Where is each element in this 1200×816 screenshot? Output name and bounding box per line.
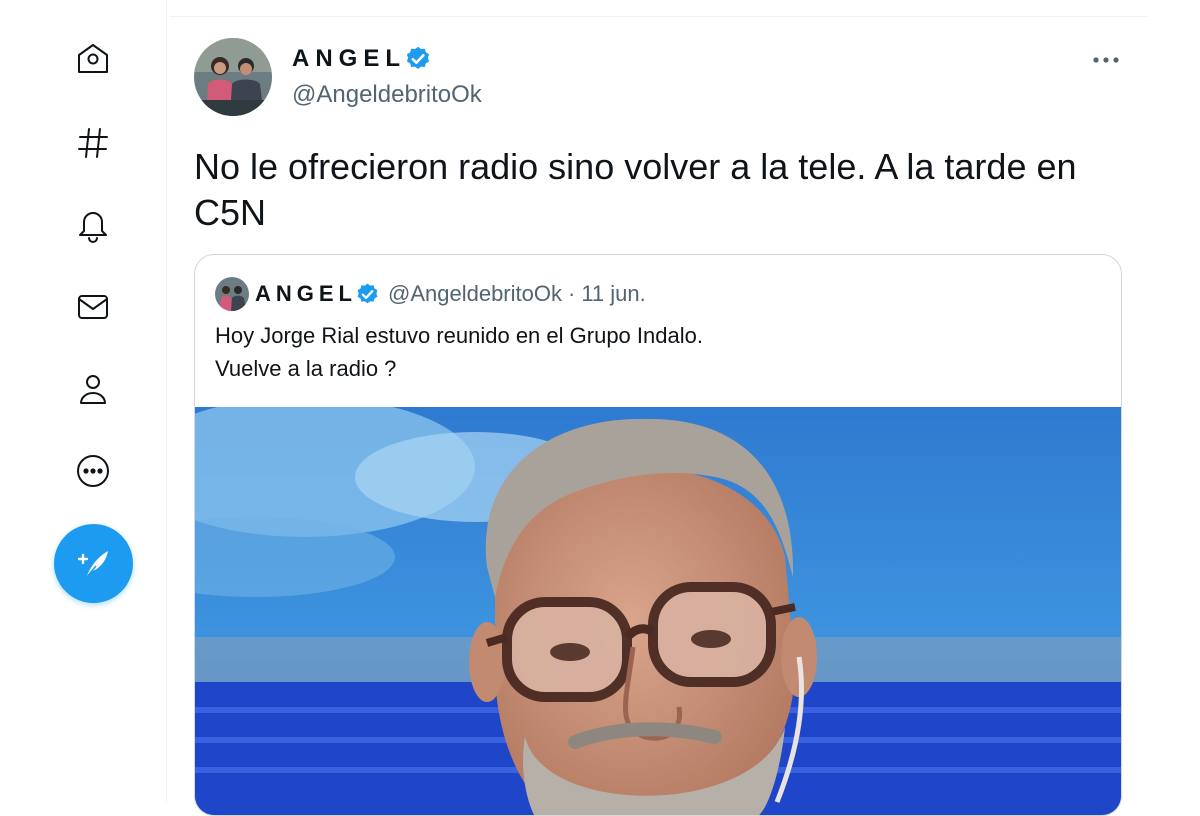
tweet-text-line: C5N — [194, 192, 267, 233]
more-circle-icon — [77, 455, 109, 487]
quoted-tweet-header: ANGEL @AngeldebritoOk · 11 jun. — [215, 277, 646, 311]
quoted-tweet-photo[interactable] — [195, 407, 1121, 815]
header-separator: · — [567, 281, 576, 306]
verified-badge-icon — [406, 46, 430, 69]
envelope-icon — [78, 295, 108, 319]
quoted-avatar — [215, 277, 249, 311]
quoted-text-line: Hoy Jorge Rial estuvo reunido en el Grup… — [215, 323, 703, 348]
nav-home[interactable] — [66, 32, 120, 86]
hashtag-icon — [78, 128, 108, 158]
tweet-text-line: No le ofrecieron radio sino volver a la … — [194, 146, 1077, 187]
quoted-tweet-card[interactable]: ANGEL @AngeldebritoOk · 11 jun. Hoy Jorg… — [194, 254, 1122, 816]
quoted-handle: @AngeldebritoOk — [388, 281, 562, 306]
left-nav — [0, 0, 166, 802]
nav-more[interactable] — [66, 444, 120, 498]
ellipsis-icon — [1093, 57, 1119, 63]
timeline-top-border — [170, 16, 1148, 17]
quoted-tweet-text: Hoy Jorge Rial estuvo reunido en el Grup… — [215, 319, 1095, 385]
nav-explore[interactable] — [66, 116, 120, 170]
quoted-text-line: Vuelve a la radio ? — [215, 356, 397, 381]
author-name-row: ANGEL — [292, 45, 432, 73]
tweet-text: No le ofrecieron radio sino volver a la … — [194, 144, 1144, 236]
nav-divider — [166, 0, 167, 802]
author-display-name[interactable]: ANGEL — [292, 45, 406, 73]
compose-tweet-button[interactable] — [54, 524, 133, 603]
author-handle[interactable]: @AngeldebritoOk — [292, 81, 482, 109]
user-icon — [80, 375, 106, 404]
home-icon — [78, 44, 108, 73]
nav-notifications[interactable] — [66, 197, 120, 251]
compose-tweet-icon — [77, 550, 108, 579]
nav-profile[interactable] — [66, 362, 120, 416]
more-options-button[interactable] — [1088, 46, 1124, 74]
avatar-photo — [194, 38, 272, 116]
quoted-date: 11 jun. — [581, 281, 646, 306]
nav-messages[interactable] — [66, 280, 120, 334]
photo-man-with-glasses — [195, 407, 1121, 815]
avatar[interactable] — [194, 38, 272, 116]
verified-badge-icon — [357, 283, 378, 303]
bell-icon — [79, 212, 107, 243]
quoted-display-name: ANGEL — [255, 281, 357, 306]
